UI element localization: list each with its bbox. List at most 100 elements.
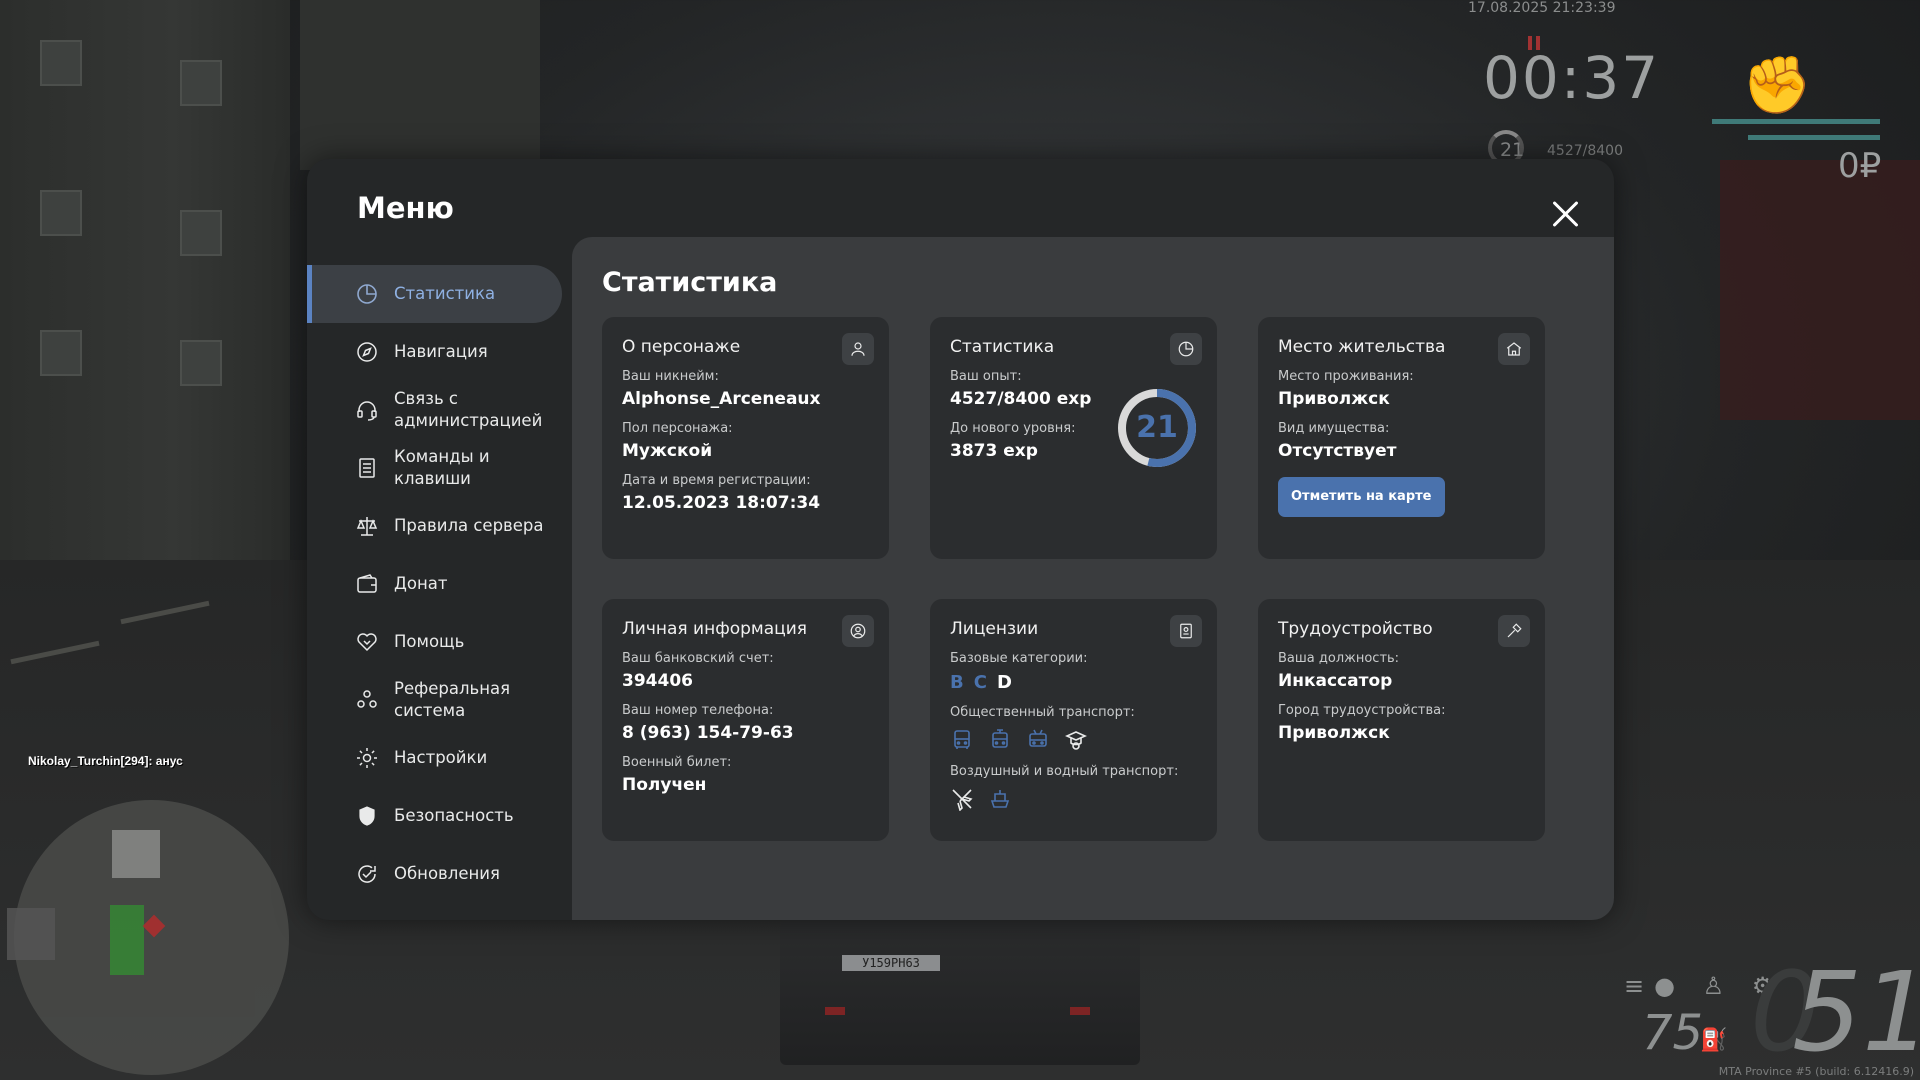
pie-chart-icon bbox=[357, 284, 377, 304]
sidebar-item-stats[interactable]: Статистика bbox=[307, 265, 562, 323]
scales-icon bbox=[356, 517, 378, 536]
menu-window: Меню Статистика Навигация Связь с админи… bbox=[307, 159, 1614, 920]
phone-label: Ваш номер телефона: bbox=[622, 703, 774, 718]
public-transport-label: Общественный транспорт: bbox=[950, 705, 1135, 720]
level-progress-ring: 21 bbox=[1116, 387, 1198, 469]
page-title: Статистика bbox=[602, 267, 778, 298]
sidebar-item-donate[interactable]: Донат bbox=[307, 555, 572, 613]
nickname-value: Alphonse_Arceneaux bbox=[622, 389, 821, 409]
card-title: Место жительства bbox=[1278, 337, 1446, 357]
licenses-card: Лицензии Базовые категории: BCD Обществе… bbox=[930, 599, 1217, 841]
gear-icon bbox=[357, 748, 377, 768]
fuel-pump-icon: ⛽ bbox=[1700, 1028, 1728, 1053]
building-window bbox=[40, 190, 82, 236]
minimap-square bbox=[112, 830, 160, 878]
mark-on-map-button[interactable]: Отметить на карте bbox=[1278, 477, 1445, 517]
hud-datetime: 17.08.2025 21:23:39 bbox=[1468, 0, 1616, 16]
residence-card: Место жительства Место проживания: Приво… bbox=[1258, 317, 1545, 559]
speedometer: 51 bbox=[1792, 948, 1920, 1076]
bank-label: Ваш банковский счет: bbox=[622, 651, 774, 666]
license-category: C bbox=[973, 672, 991, 693]
road-marking bbox=[10, 640, 100, 665]
close-button[interactable] bbox=[1549, 197, 1583, 231]
card-title: Трудоустройство bbox=[1278, 619, 1433, 639]
building-window bbox=[40, 40, 82, 86]
gender-value: Мужской bbox=[622, 441, 713, 461]
sidebar-item-referral[interactable]: Реферальная система bbox=[307, 671, 572, 729]
build-info: MTA Province #5 (build: 6.12416.9) bbox=[1718, 1065, 1914, 1078]
license-plate: У159РН63 bbox=[842, 955, 940, 971]
property-label: Вид имущества: bbox=[1278, 421, 1390, 436]
shield-icon bbox=[359, 806, 375, 826]
public-transport-icons bbox=[950, 728, 1197, 752]
sidebar-item-label: Команды и клавиши bbox=[394, 447, 490, 488]
sidebar-item-label: Донат bbox=[394, 574, 448, 593]
hud-money: 0₽ bbox=[1838, 146, 1882, 186]
character-card: О персонаже Ваш никнейм: Alphonse_Arcene… bbox=[602, 317, 889, 559]
registration-value: 12.05.2023 18:07:34 bbox=[622, 493, 821, 513]
fuel-level: 75 bbox=[1642, 1005, 1704, 1061]
sidebar-item-label: Обновления bbox=[394, 864, 500, 883]
boat-icon bbox=[990, 790, 1010, 808]
hammer-icon bbox=[1498, 615, 1530, 647]
sidebar-item-updates[interactable]: Обновления bbox=[307, 845, 572, 903]
chat-message: Nikolay_Turchin[294]: анус bbox=[28, 754, 183, 768]
armor-bar bbox=[1748, 135, 1880, 140]
building-window bbox=[180, 210, 222, 256]
hud-timer: 00:37 bbox=[1483, 44, 1661, 112]
sidebar-item-help[interactable]: Помощь bbox=[307, 613, 572, 671]
driving-school-icon bbox=[1065, 731, 1087, 750]
vehicle-rear: У159РН63 bbox=[780, 915, 1140, 1065]
license-category: D bbox=[996, 672, 1016, 693]
sidebar-item-settings[interactable]: Настройки bbox=[307, 729, 572, 787]
phone-value: 8 (963) 154-79-63 bbox=[622, 723, 794, 743]
sidebar-item-label: Настройки bbox=[394, 748, 488, 767]
background-red-building bbox=[1720, 160, 1920, 420]
minimap bbox=[14, 800, 289, 1075]
compass-icon bbox=[357, 342, 377, 362]
residence-place-label: Место проживания: bbox=[1278, 369, 1414, 384]
document-icon bbox=[359, 458, 375, 478]
air-water-transport-icons bbox=[950, 787, 1197, 811]
bus-icon bbox=[954, 730, 970, 749]
nickname-label: Ваш никнейм: bbox=[622, 369, 719, 384]
id-card-icon bbox=[1170, 615, 1202, 647]
registration-label: Дата и время регистрации: bbox=[622, 473, 811, 488]
level-number: 21 bbox=[1136, 410, 1178, 445]
headset-icon bbox=[357, 401, 377, 421]
position-value: Инкассатор bbox=[1278, 671, 1393, 691]
military-value: Получен bbox=[622, 775, 707, 795]
personal-info-card: Личная информация Ваш банковский счет: 3… bbox=[602, 599, 889, 841]
sidebar-item-rules[interactable]: Правила сервера bbox=[307, 497, 572, 555]
user-icon bbox=[842, 333, 874, 365]
sidebar-item-label: Реферальная система bbox=[394, 679, 511, 720]
heart-handshake-icon bbox=[357, 633, 377, 652]
base-categories-label: Базовые категории: bbox=[950, 651, 1088, 666]
hud-exp: 4527/8400 bbox=[1547, 143, 1623, 159]
sidebar-item-navigation[interactable]: Навигация bbox=[307, 323, 572, 381]
trolleybus-icon bbox=[1029, 729, 1047, 747]
airplane-icon bbox=[952, 789, 973, 811]
job-city-value: Приволжск bbox=[1278, 723, 1390, 743]
sidebar-item-security[interactable]: Безопасность bbox=[307, 787, 572, 845]
sidebar-item-label: Связь с администрацией bbox=[394, 389, 543, 430]
health-bar bbox=[1712, 119, 1880, 124]
menu-title: Меню bbox=[357, 191, 454, 225]
hud-level: 21 bbox=[1500, 139, 1525, 161]
sidebar-item-label: Помощь bbox=[394, 632, 465, 651]
wallet-icon bbox=[357, 574, 377, 593]
card-title: Лицензии bbox=[950, 619, 1039, 639]
sidebar-item-admin-contact[interactable]: Связь с администрацией bbox=[307, 381, 572, 439]
road-marking bbox=[120, 600, 210, 625]
military-label: Военный билет: bbox=[622, 755, 732, 770]
card-title: О персонаже bbox=[622, 337, 741, 357]
residence-place-value: Приволжск bbox=[1278, 389, 1390, 409]
fist-icon: ✊ bbox=[1742, 53, 1812, 118]
sidebar-item-label: Навигация bbox=[394, 342, 488, 361]
content-panel: Статистика О персонаже Ваш никнейм: Alph… bbox=[572, 237, 1614, 920]
job-city-label: Город трудоустройства: bbox=[1278, 703, 1446, 718]
tail-light bbox=[825, 1007, 845, 1015]
user-circle-icon bbox=[842, 615, 874, 647]
license-categories: BCD bbox=[950, 672, 1197, 693]
sidebar-item-commands[interactable]: Команды и клавиши bbox=[307, 439, 572, 497]
